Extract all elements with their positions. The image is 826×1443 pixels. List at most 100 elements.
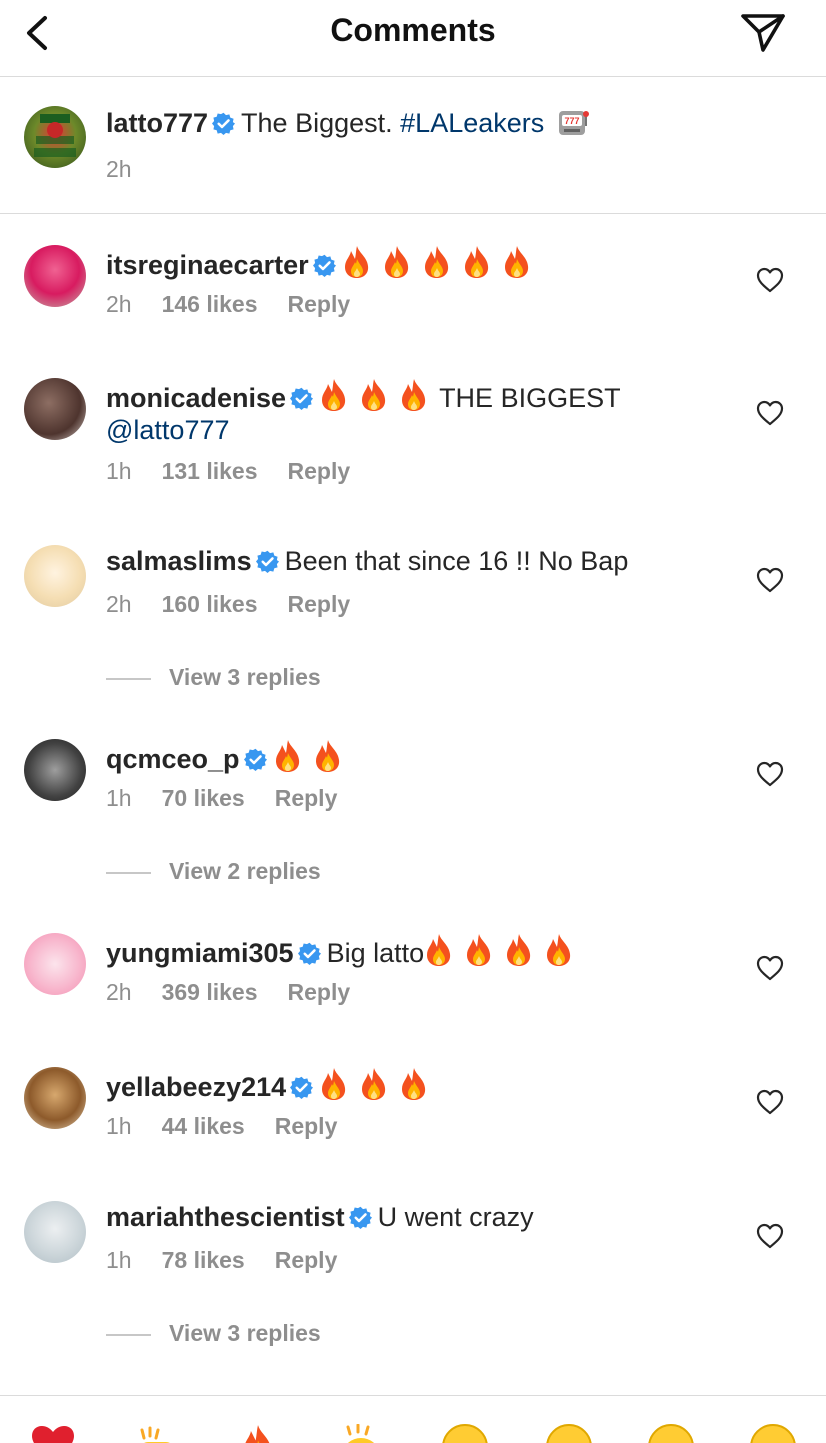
comment-text: Been that since 16 !! No Bap	[284, 546, 629, 576]
caption-meta: 2h	[106, 156, 132, 183]
verified-badge-icon	[298, 942, 321, 965]
page-title: Comments	[330, 12, 496, 48]
fire-emoji-icon	[399, 378, 429, 412]
header: Comments	[0, 0, 826, 77]
verified-badge-icon	[256, 550, 279, 573]
replies-divider	[106, 677, 151, 680]
view-replies-label[interactable]: View 3 replies	[169, 664, 321, 690]
fire-emoji-icon	[273, 739, 303, 773]
fire-emoji-icon	[342, 245, 372, 279]
reply-button[interactable]: Reply	[275, 785, 338, 812]
svg-text:777: 777	[564, 116, 579, 126]
mention-link[interactable]: @latto777	[106, 415, 230, 445]
likes-count[interactable]: 70 likes	[162, 785, 245, 812]
comment-text: THE BIGGEST	[439, 383, 621, 413]
paper-plane-icon[interactable]	[738, 10, 788, 54]
comment-text: Big latto	[326, 938, 425, 968]
view-replies-button[interactable]: View 2 replies	[106, 858, 321, 885]
view-replies-button[interactable]: View 3 replies	[106, 664, 321, 691]
comment-username[interactable]: salmaslims	[106, 546, 252, 576]
comment-body: salmaslims Been that since 16 !! No Bap	[106, 545, 628, 577]
comment-body: yellabeezy214	[106, 1067, 439, 1103]
likes-count[interactable]: 131 likes	[162, 458, 258, 485]
fire-emoji-icon	[359, 1067, 389, 1101]
clapping-hands-emoji[interactable]	[338, 1423, 384, 1443]
view-replies-label[interactable]: View 2 replies	[169, 858, 321, 884]
avatar[interactable]	[24, 245, 86, 307]
comment-username[interactable]: mariahthescientist	[106, 1202, 345, 1232]
avatar[interactable]	[24, 545, 86, 607]
comment-meta: 2h 160 likes Reply	[106, 591, 350, 618]
likes-count[interactable]: 78 likes	[162, 1247, 245, 1274]
comment-time: 1h	[106, 458, 132, 484]
verified-badge-icon	[244, 748, 267, 771]
reply-button[interactable]: Reply	[288, 591, 351, 618]
fire-emoji-icon	[319, 378, 349, 412]
verified-badge-icon	[313, 254, 336, 277]
crying-laughing-emoji[interactable]	[442, 1424, 488, 1443]
laughing-emoji[interactable]	[750, 1424, 796, 1443]
raising-hands-emoji[interactable]	[134, 1424, 180, 1443]
comment-time: 2h	[106, 591, 132, 617]
hashtag-link[interactable]: #LALeakers	[400, 108, 544, 138]
like-heart-icon[interactable]	[756, 400, 784, 426]
avatar[interactable]	[24, 378, 86, 440]
fire-emoji-icon	[462, 245, 492, 279]
like-heart-icon[interactable]	[756, 567, 784, 593]
likes-count[interactable]: 160 likes	[162, 591, 258, 618]
comment-meta: 1h 131 likes Reply	[106, 458, 350, 485]
comment-body: itsreginaecarter	[106, 245, 542, 281]
avatar[interactable]	[24, 933, 86, 995]
view-replies-button[interactable]: View 3 replies	[106, 1320, 321, 1347]
reply-button[interactable]: Reply	[275, 1113, 338, 1140]
likes-count[interactable]: 369 likes	[162, 979, 258, 1006]
emoji-reaction-bar	[0, 1395, 826, 1443]
fire-emoji-icon	[313, 739, 343, 773]
caption-text: The Biggest.	[241, 108, 393, 138]
red-heart-emoji[interactable]	[30, 1424, 76, 1443]
like-heart-icon[interactable]	[756, 1223, 784, 1249]
like-heart-icon[interactable]	[756, 1089, 784, 1115]
avatar[interactable]	[24, 1201, 86, 1263]
astonished-emoji[interactable]	[648, 1424, 694, 1443]
fire-emoji-icon	[544, 933, 574, 967]
comment-meta: 2h 369 likes Reply	[106, 979, 350, 1006]
like-heart-icon[interactable]	[756, 267, 784, 293]
fire-emoji[interactable]	[238, 1424, 284, 1443]
comment-body: qcmceo_p	[106, 739, 353, 775]
comment-username[interactable]: monicadenise	[106, 383, 286, 413]
heart-eyes-emoji[interactable]	[546, 1424, 592, 1443]
comment-meta: 1h 44 likes Reply	[106, 1113, 337, 1140]
verified-badge-icon	[212, 112, 235, 135]
caption-username[interactable]: latto777	[106, 108, 208, 138]
likes-count[interactable]: 146 likes	[162, 291, 258, 318]
avatar[interactable]	[24, 739, 86, 801]
avatar[interactable]	[24, 1067, 86, 1129]
fire-emoji-icon	[359, 378, 389, 412]
comment-username[interactable]: yungmiami305	[106, 938, 294, 968]
caption-time: 2h	[106, 156, 132, 182]
comment-body: mariahthescientist U went crazy	[106, 1201, 534, 1233]
fire-emoji-icon	[382, 245, 412, 279]
reply-button[interactable]: Reply	[275, 1247, 338, 1274]
likes-count[interactable]: 44 likes	[162, 1113, 245, 1140]
avatar[interactable]	[24, 106, 86, 168]
comment-text: U went crazy	[377, 1202, 534, 1232]
verified-badge-icon	[290, 387, 313, 410]
verified-badge-icon	[290, 1076, 313, 1099]
comment-username[interactable]: yellabeezy214	[106, 1072, 286, 1102]
avatar-art	[34, 114, 76, 157]
view-replies-label[interactable]: View 3 replies	[169, 1320, 321, 1346]
fire-emoji-icon	[464, 933, 494, 967]
fire-emoji-icon	[502, 245, 532, 279]
reply-button[interactable]: Reply	[288, 291, 351, 318]
like-heart-icon[interactable]	[756, 761, 784, 787]
comment-username[interactable]: itsreginaecarter	[106, 250, 309, 280]
reply-button[interactable]: Reply	[288, 979, 351, 1006]
reply-button[interactable]: Reply	[288, 458, 351, 485]
like-heart-icon[interactable]	[756, 955, 784, 981]
comment-meta: 1h 78 likes Reply	[106, 1247, 337, 1274]
slot-machine-icon: 777	[558, 111, 589, 135]
post-caption: latto777 The Biggest. #LALeakers 777 2h	[0, 78, 826, 214]
comment-username[interactable]: qcmceo_p	[106, 744, 240, 774]
